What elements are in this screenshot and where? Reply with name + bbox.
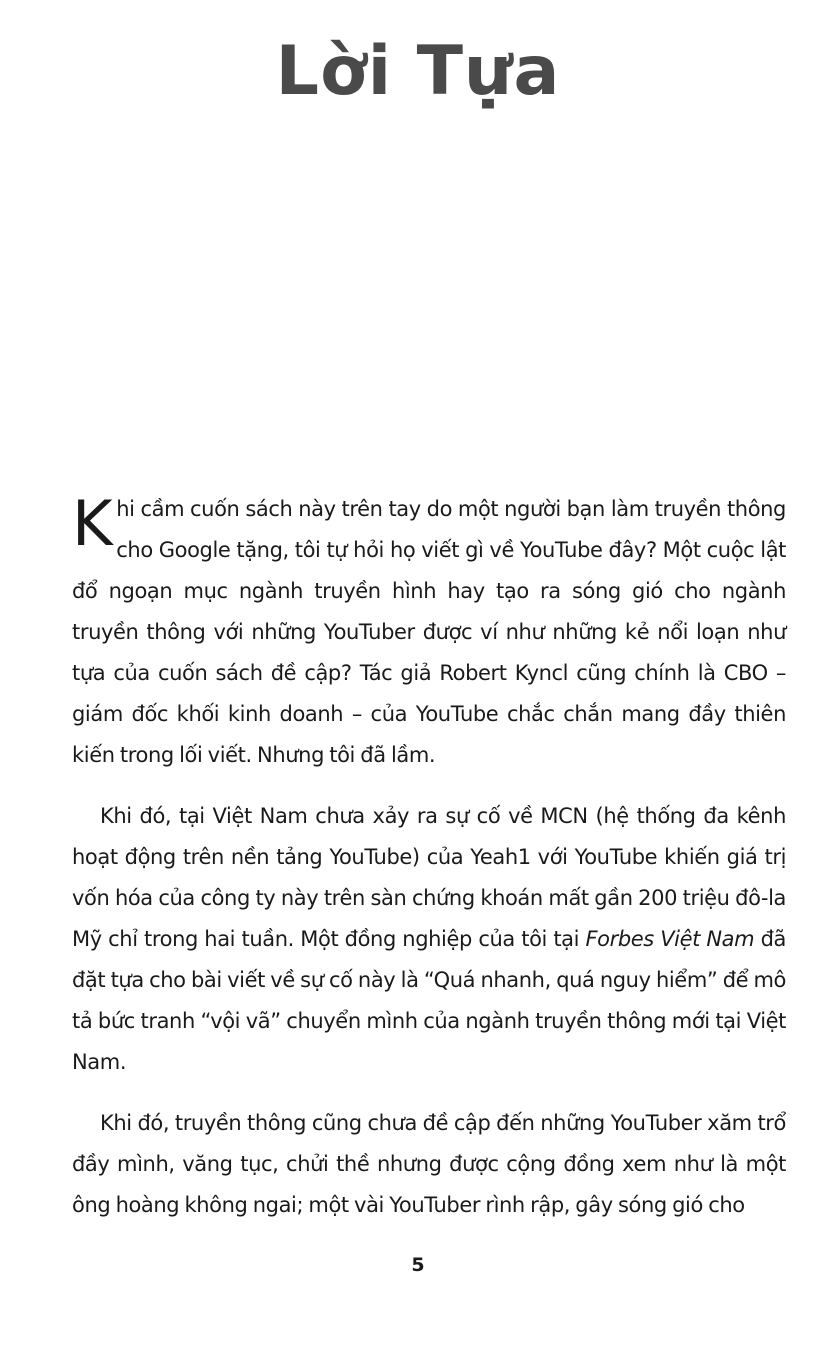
publication-name: Forbes Việt Nam — [585, 927, 755, 951]
paragraph-3-text: Khi đó, truyền thông cũng chưa đề cập đế… — [72, 1111, 786, 1217]
paragraph-1: Khi cầm cuốn sách này trên tay do một ng… — [72, 489, 786, 776]
body-text: Khi cầm cuốn sách này trên tay do một ng… — [72, 489, 786, 1246]
paragraph-3: Khi đó, truyền thông cũng chưa đề cập đế… — [72, 1103, 786, 1226]
drop-cap: K — [72, 487, 113, 560]
paragraph-2: Khi đó, tại Việt Nam chưa xảy ra sự cố v… — [72, 796, 786, 1083]
chapter-title: Lời Tựa — [275, 32, 561, 111]
paragraph-1-text: hi cầm cuốn sách này trên tay do một ngư… — [72, 497, 786, 767]
page-number: 5 — [411, 1254, 425, 1276]
